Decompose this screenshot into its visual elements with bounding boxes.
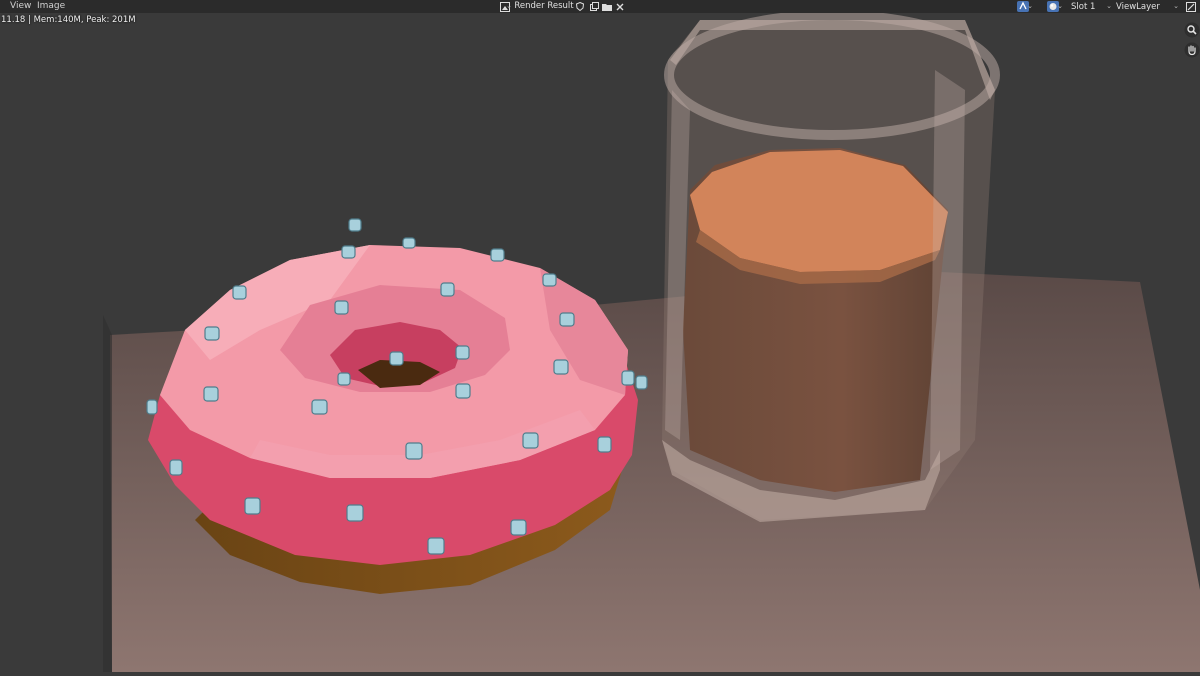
chevron-down-icon: ⌄ bbox=[1173, 2, 1179, 10]
chevron-down-icon: ⌄ bbox=[1106, 2, 1112, 10]
folder-icon bbox=[602, 3, 612, 11]
shield-icon bbox=[576, 2, 584, 11]
close-icon bbox=[616, 3, 624, 10]
image-menu[interactable]: Image bbox=[37, 0, 65, 13]
view-shading-button[interactable]: ⌄ bbox=[1040, 0, 1066, 13]
image-name-field[interactable]: Render Result bbox=[514, 0, 573, 13]
fake-user-button[interactable] bbox=[574, 0, 586, 13]
chevron-down-icon: ⌄ bbox=[506, 2, 512, 10]
chevron-down-icon: ⌄ bbox=[1027, 2, 1033, 10]
glass bbox=[662, 10, 1000, 522]
render-stats-text: 11.18 | Mem:140M, Peak: 201M bbox=[1, 15, 136, 25]
browse-image-button[interactable]: ⌄ bbox=[495, 0, 515, 13]
pan-gizmo[interactable] bbox=[1184, 42, 1200, 58]
sidebar-toggle-icon bbox=[1186, 1, 1196, 12]
zoom-icon bbox=[1184, 22, 1200, 38]
view-layer-label: ViewLayer bbox=[1116, 1, 1160, 12]
image-editor-header: View Image ⌄ Render Result ⌄ ⌄ Slot 1 ⌄ … bbox=[0, 0, 1200, 13]
view-layer-dropdown[interactable]: ViewLayer ⌄ bbox=[1116, 0, 1182, 13]
new-image-button[interactable] bbox=[588, 0, 600, 13]
render-view[interactable] bbox=[0, 10, 1200, 672]
view-menu[interactable]: View bbox=[10, 0, 31, 13]
duplicate-icon bbox=[589, 2, 599, 11]
slot-dropdown[interactable]: Slot 1 ⌄ bbox=[1071, 0, 1115, 13]
render-canvas bbox=[103, 10, 1200, 672]
zoom-gizmo[interactable] bbox=[1184, 22, 1200, 38]
hand-pan-icon bbox=[1184, 42, 1200, 58]
unlink-image-button[interactable] bbox=[614, 0, 626, 13]
chevron-down-icon: ⌄ bbox=[1057, 2, 1063, 10]
display-channels-button[interactable]: ⌄ bbox=[1010, 0, 1036, 13]
open-image-button[interactable] bbox=[601, 0, 613, 13]
slot-label: Slot 1 bbox=[1071, 1, 1096, 12]
table-shadow-edge bbox=[103, 315, 112, 672]
sidebar-toggle-button[interactable] bbox=[1184, 0, 1198, 13]
